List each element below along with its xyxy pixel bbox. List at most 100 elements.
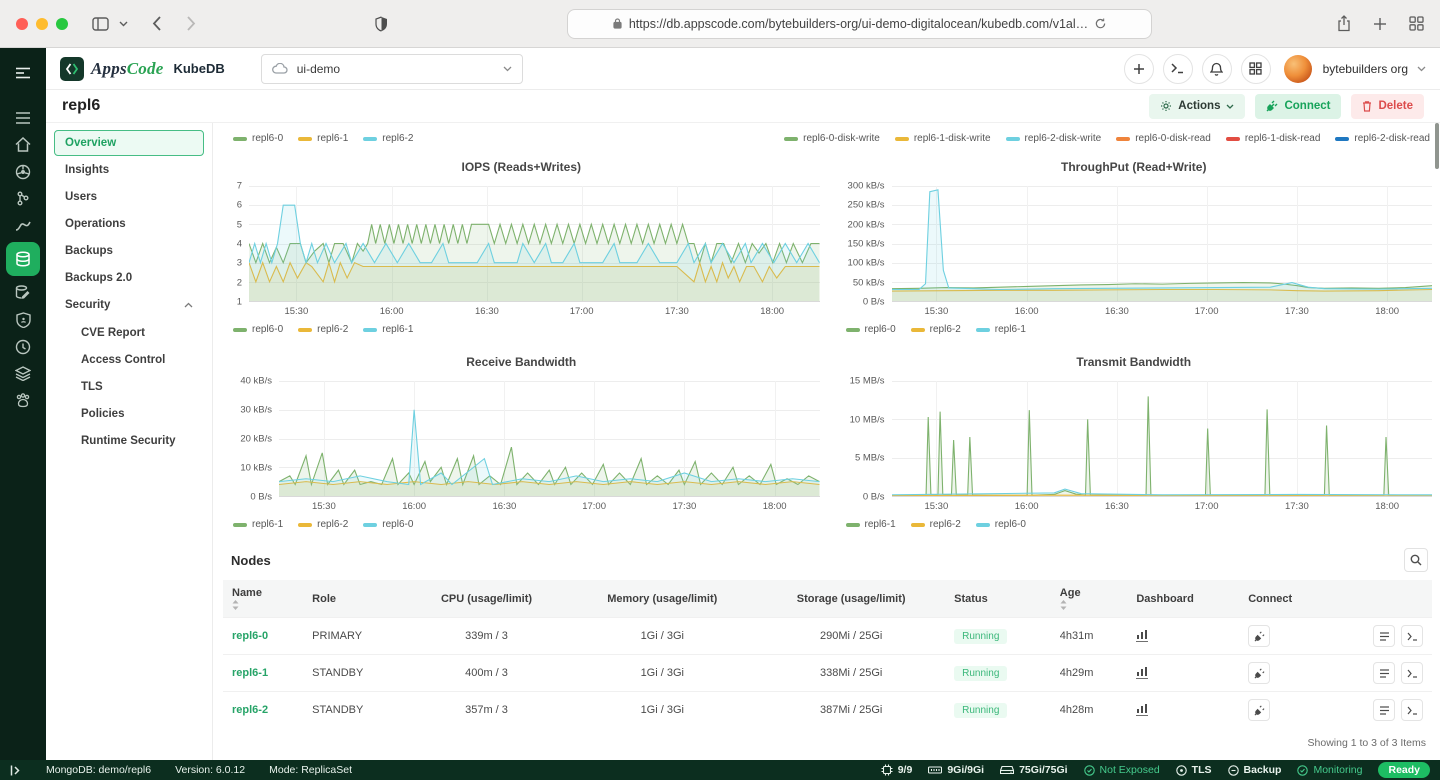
zoom-window-button[interactable] <box>56 18 68 30</box>
search-button[interactable] <box>1404 548 1428 572</box>
node-name-link[interactable]: repl6-2 <box>232 704 268 716</box>
node-name-link[interactable]: repl6-1 <box>232 667 268 679</box>
legend-item[interactable]: repl6-0-disk-write <box>784 133 880 144</box>
column-header-name[interactable]: Name <box>223 580 303 618</box>
logs-button[interactable] <box>1373 662 1395 684</box>
sidebar-item-access-control[interactable]: Access Control <box>54 346 204 373</box>
legend-item[interactable]: repl6-1-disk-read <box>1226 133 1321 144</box>
legend-item[interactable]: repl6-1 <box>233 519 283 530</box>
sidebar-toggle-icon[interactable] <box>92 17 109 31</box>
chevron-down-icon[interactable] <box>119 21 128 27</box>
sidebar-item-policies[interactable]: Policies <box>54 400 204 427</box>
dashboard-chart-icon[interactable] <box>1136 666 1148 679</box>
notifications-bell-button[interactable] <box>1202 54 1232 84</box>
connect-plug-button[interactable] <box>1248 662 1270 684</box>
privacy-shield-icon[interactable] <box>375 16 388 32</box>
legend-item[interactable]: repl6-1 <box>976 324 1026 335</box>
reload-icon[interactable] <box>1095 18 1106 29</box>
legend-item[interactable]: repl6-2 <box>298 519 348 530</box>
new-tab-icon[interactable] <box>1373 17 1387 31</box>
logs-button[interactable] <box>1373 699 1395 721</box>
tab-overview-icon[interactable] <box>1409 16 1424 31</box>
sidebar-item-overview[interactable]: Overview <box>54 130 204 156</box>
connect-plug-button[interactable] <box>1248 625 1270 647</box>
sort-icon[interactable] <box>1060 600 1119 610</box>
close-window-button[interactable] <box>16 18 28 30</box>
column-header-age[interactable]: Age <box>1051 580 1128 618</box>
rail-item-databases[interactable] <box>0 104 46 131</box>
column-header-cpu[interactable]: CPU (usage/limit) <box>406 580 568 618</box>
legend-item[interactable]: repl6-1 <box>846 519 896 530</box>
sidebar-item-runtime-security[interactable]: Runtime Security <box>54 427 204 454</box>
x-axis-label: 17:00 <box>570 306 594 317</box>
panel-expand-icon[interactable] <box>10 765 22 776</box>
chevron-down-icon[interactable] <box>1417 66 1426 72</box>
terminal-button[interactable] <box>1163 54 1193 84</box>
rail-item-backup[interactable] <box>0 279 46 306</box>
actions-button[interactable]: Actions <box>1149 94 1245 119</box>
column-header-status[interactable]: Status <box>945 580 1051 618</box>
sidebar-item-cve-report[interactable]: CVE Report <box>54 319 204 346</box>
connect-button[interactable]: Connect <box>1255 94 1341 119</box>
scrollbar-thumb[interactable] <box>1435 123 1439 169</box>
legend-item[interactable]: repl6-2 <box>911 324 961 335</box>
column-header-dashboard[interactable]: Dashboard <box>1127 580 1239 618</box>
rail-item-kubernetes[interactable] <box>0 158 46 185</box>
rail-item-security[interactable] <box>0 306 46 333</box>
node-name-link[interactable]: repl6-0 <box>232 630 268 642</box>
legend-item[interactable]: repl6-0 <box>846 324 896 335</box>
sort-icon[interactable] <box>232 600 294 610</box>
delete-button[interactable]: Delete <box>1351 94 1424 119</box>
dashboard-chart-icon[interactable] <box>1136 703 1148 716</box>
sidebar-item-tls[interactable]: TLS <box>54 373 204 400</box>
sidebar-item-operations[interactable]: Operations <box>54 211 204 237</box>
legend-item[interactable]: repl6-1-disk-write <box>895 133 991 144</box>
logs-button[interactable] <box>1373 625 1395 647</box>
dashboard-chart-icon[interactable] <box>1136 629 1148 642</box>
legend-item[interactable]: repl6-2 <box>363 133 413 144</box>
column-header-memory[interactable]: Memory (usage/limit) <box>567 580 757 618</box>
column-header-storage[interactable]: Storage (usage/limit) <box>757 580 945 618</box>
org-name[interactable]: bytebuilders org <box>1323 62 1408 76</box>
rail-item-workloads[interactable] <box>0 185 46 212</box>
org-avatar[interactable] <box>1284 55 1312 83</box>
address-bar[interactable]: https://db.appscode.com/bytebuilders-org… <box>567 9 1152 39</box>
legend-item[interactable]: repl6-2 <box>298 324 348 335</box>
shell-button[interactable] <box>1401 625 1423 647</box>
connect-plug-button[interactable] <box>1248 699 1270 721</box>
legend-item[interactable]: repl6-2-disk-write <box>1006 133 1102 144</box>
legend-item[interactable]: repl6-0 <box>233 133 283 144</box>
legend-item[interactable]: repl6-2-disk-read <box>1335 133 1430 144</box>
legend-item[interactable]: repl6-0 <box>233 324 283 335</box>
sidebar-item-backups-2[interactable]: Backups 2.0 <box>54 265 204 291</box>
sidebar-item-backups[interactable]: Backups <box>54 238 204 264</box>
legend-item[interactable]: repl6-2 <box>911 519 961 530</box>
column-header-role[interactable]: Role <box>303 580 406 618</box>
sidebar-item-insights[interactable]: Insights <box>54 157 204 183</box>
menu-toggle-icon[interactable] <box>0 59 46 86</box>
legend-item[interactable]: repl6-1 <box>298 133 348 144</box>
forward-button[interactable] <box>187 16 196 31</box>
legend-item[interactable]: repl6-0 <box>976 519 1026 530</box>
column-header-connect[interactable]: Connect <box>1239 580 1331 618</box>
shell-button[interactable] <box>1401 699 1423 721</box>
share-icon[interactable] <box>1337 15 1351 32</box>
rail-item-layers[interactable] <box>0 360 46 387</box>
back-button[interactable] <box>152 16 161 31</box>
minimize-window-button[interactable] <box>36 18 48 30</box>
brand[interactable]: AppsCode KubeDB <box>60 57 225 81</box>
rail-item-home[interactable] <box>0 131 46 158</box>
sidebar-item-security[interactable]: Security <box>54 292 204 318</box>
rail-item-metrics[interactable] <box>0 212 46 239</box>
legend-item[interactable]: repl6-0-disk-read <box>1116 133 1211 144</box>
rail-item-apps[interactable] <box>0 387 46 414</box>
apps-grid-button[interactable] <box>1241 54 1271 84</box>
project-selector[interactable]: ui-demo <box>261 54 523 84</box>
create-button[interactable] <box>1124 54 1154 84</box>
legend-item[interactable]: repl6-1 <box>363 324 413 335</box>
sidebar-item-users[interactable]: Users <box>54 184 204 210</box>
rail-item-discovery[interactable] <box>0 333 46 360</box>
rail-item-database-current[interactable] <box>6 242 40 276</box>
shell-button[interactable] <box>1401 662 1423 684</box>
legend-item[interactable]: repl6-0 <box>363 519 413 530</box>
